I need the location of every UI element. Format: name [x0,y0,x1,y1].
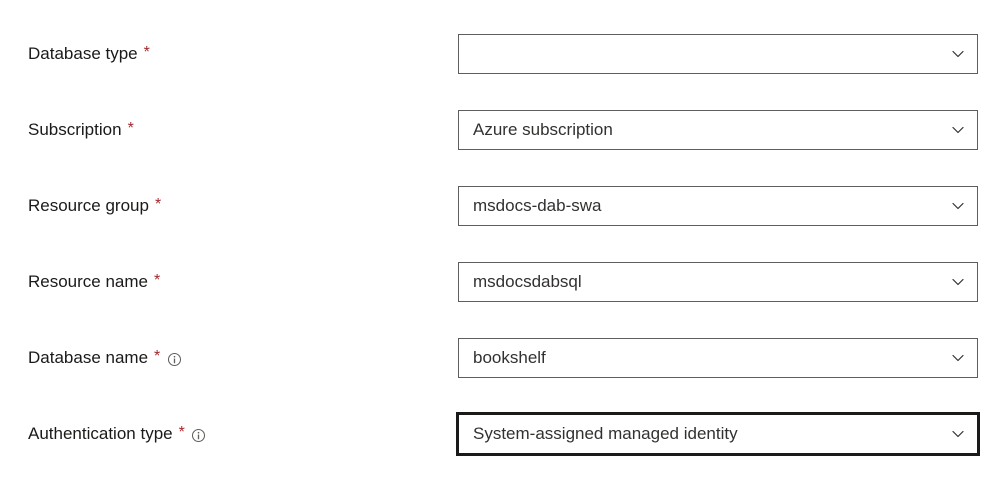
chevron-down-icon [951,427,965,441]
dropdown-value: bookshelf [473,348,546,368]
required-asterisk: * [155,197,161,213]
chevron-down-icon [951,47,965,61]
field-label-text: Resource group [28,196,149,216]
subscription-dropdown[interactable]: Azure subscription [458,110,978,150]
resource_group-dropdown[interactable]: msdocs-dab-swa [458,186,978,226]
dropdown-value: msdocs-dab-swa [473,196,602,216]
field-label-text: Authentication type [28,424,173,444]
resource_name-dropdown[interactable]: msdocsdabsql [458,262,978,302]
dropdown-value: Azure subscription [473,120,613,140]
control-cell-authentication_type: System-assigned managed identity [458,396,978,472]
label-database_type: Database type * [28,16,428,92]
label-subscription: Subscription * [28,92,428,168]
dropdown-value: msdocsdabsql [473,272,582,292]
control-cell-resource_group: msdocs-dab-swa [458,168,978,244]
field-label-text: Resource name [28,272,148,292]
chevron-down-icon [951,199,965,213]
control-cell-subscription: Azure subscription [458,92,978,168]
field-label-text: Database name [28,348,148,368]
control-cell-resource_name: msdocsdabsql [458,244,978,320]
database_type-dropdown[interactable] [458,34,978,74]
database_name-dropdown[interactable]: bookshelf [458,338,978,378]
field-label-text: Subscription [28,120,122,140]
required-asterisk: * [144,45,150,61]
label-resource_group: Resource group * [28,168,428,244]
label-database_name: Database name * [28,320,428,396]
required-asterisk: * [179,425,185,441]
label-resource_name: Resource name * [28,244,428,320]
required-asterisk: * [128,121,134,137]
authentication_type-dropdown[interactable]: System-assigned managed identity [458,414,978,454]
dropdown-value: System-assigned managed identity [473,424,738,444]
label-authentication_type: Authentication type * [28,396,428,472]
required-asterisk: * [154,273,160,289]
control-cell-database_type [458,16,978,92]
required-asterisk: * [154,349,160,365]
info-icon[interactable] [191,427,207,443]
chevron-down-icon [951,123,965,137]
form-grid: Database type * Subscription * Azure subscr… [28,16,972,472]
chevron-down-icon [951,351,965,365]
control-cell-database_name: bookshelf [458,320,978,396]
field-label-text: Database type [28,44,138,64]
chevron-down-icon [951,275,965,289]
info-icon[interactable] [166,351,182,367]
